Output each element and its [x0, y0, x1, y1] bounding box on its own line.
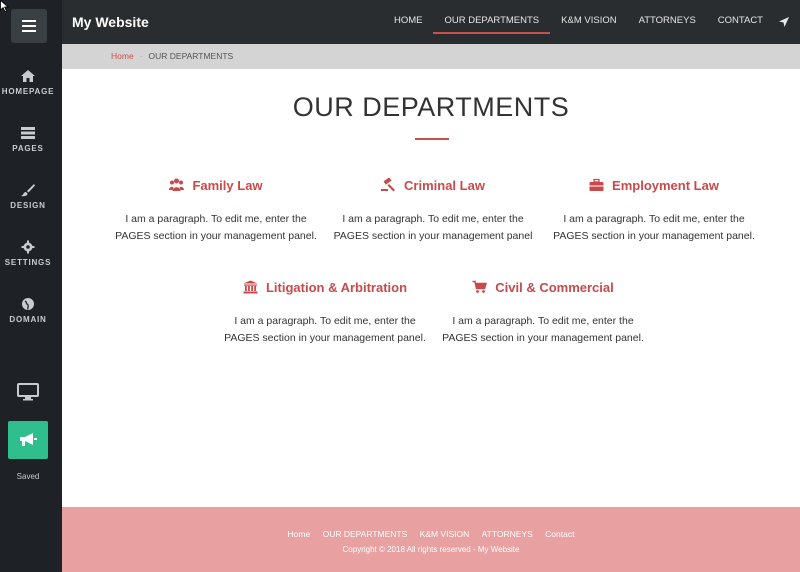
department-criminal-law[interactable]: Criminal Law I am a paragraph. To edit m…	[328, 176, 538, 245]
breadcrumb-current: OUR DEPARTMENTS	[148, 51, 234, 61]
sidebar-item-domain[interactable]: DOMAIN	[0, 297, 56, 324]
description-line: PAGES section in your management panel.	[115, 230, 317, 242]
description-line: I am a paragraph. To edit me, enter the	[563, 213, 745, 225]
site-nav: HOME OUR DEPARTMENTS K&M VISION ATTORNEY…	[383, 0, 790, 44]
website-preview: My Website HOME OUR DEPARTMENTS K&M VISI…	[62, 0, 800, 572]
gavel-icon	[381, 178, 396, 192]
page-title: OUR DEPARTMENTS	[292, 92, 570, 122]
department-family-law[interactable]: Family Law I am a paragraph. To edit me,…	[111, 176, 321, 245]
department-description: I am a paragraph. To edit me, enter the …	[438, 313, 648, 347]
briefcase-icon	[589, 178, 604, 191]
saved-status-label: Saved	[16, 472, 40, 481]
monitor-icon[interactable]	[17, 383, 39, 401]
department-title: Litigation & Arbitration	[265, 279, 408, 295]
globe-icon	[22, 298, 34, 310]
description-line: PAGES section in your management panel.	[553, 230, 755, 242]
department-employment-law[interactable]: Employment Law I am a paragraph. To edit…	[549, 176, 759, 245]
title-underline	[415, 138, 449, 140]
brush-icon	[21, 184, 35, 197]
bank-icon	[243, 280, 258, 294]
department-description: I am a paragraph. To edit me, enter the …	[220, 313, 430, 347]
department-heading: Civil & Commercial	[438, 278, 648, 296]
people-icon	[169, 178, 185, 191]
footer-link-our-departments[interactable]: OUR DEPARTMENTS	[323, 529, 408, 539]
footer-link-home[interactable]: Home	[288, 529, 311, 539]
hamburger-menu-button[interactable]	[11, 9, 47, 43]
sidebar-item-label: SETTINGS	[4, 258, 52, 267]
description-line: PAGES section in your management panel.	[442, 332, 644, 344]
copyright-text: Copyright © 2018 All rights reserved - M…	[342, 545, 520, 554]
site-brand[interactable]: My Website	[72, 14, 149, 30]
breadcrumb-home-link[interactable]: Home	[111, 51, 134, 61]
editor-sidebar: HOMEPAGE PAGES DESIGN SETTINGS DOMAIN Sa…	[0, 0, 62, 572]
footer-link-contact[interactable]: Contact	[545, 529, 574, 539]
footer-links: Home OUR DEPARTMENTS K&M VISION ATTORNEY…	[62, 529, 800, 539]
nav-our-departments[interactable]: OUR DEPARTMENTS	[433, 0, 550, 44]
sidebar-item-label: PAGES	[12, 144, 44, 153]
nav-home[interactable]: HOME	[383, 0, 434, 44]
department-title: Civil & Commercial	[495, 279, 614, 295]
description-line: I am a paragraph. To edit me, enter the	[342, 213, 524, 225]
description-line: PAGES section in your management panel	[333, 230, 533, 242]
description-line: I am a paragraph. To edit me, enter the	[234, 315, 416, 327]
department-heading: Family Law	[111, 176, 321, 194]
hamburger-icon-bar	[22, 20, 36, 22]
cart-icon	[472, 280, 488, 293]
department-description: I am a paragraph. To edit me, enter the …	[111, 211, 321, 245]
sidebar-item-settings[interactable]: SETTINGS	[0, 240, 56, 267]
department-civil-commercial[interactable]: Civil & Commercial I am a paragraph. To …	[438, 278, 648, 347]
department-heading: Litigation & Arbitration	[220, 278, 430, 296]
footer-link-attorneys[interactable]: ATTORNEYS	[482, 529, 533, 539]
footer-link-km-vision[interactable]: K&M VISION	[420, 529, 470, 539]
sidebar-item-design[interactable]: DESIGN	[0, 183, 56, 210]
mouse-cursor-icon	[0, 0, 10, 12]
sidebar-item-homepage[interactable]: HOMEPAGE	[0, 69, 56, 96]
department-title: Family Law	[192, 177, 263, 193]
home-icon	[21, 70, 35, 82]
description-line: PAGES section in your management panel.	[224, 332, 426, 344]
sidebar-item-pages[interactable]: PAGES	[0, 126, 56, 153]
hamburger-icon-bar	[22, 25, 36, 27]
sidebar-item-label: DESIGN	[10, 201, 46, 210]
department-title: Criminal Law	[404, 177, 485, 193]
description-line: I am a paragraph. To edit me, enter the	[452, 315, 634, 327]
location-arrow-icon[interactable]	[778, 16, 790, 28]
hamburger-icon-bar	[22, 30, 36, 32]
site-header: My Website HOME OUR DEPARTMENTS K&M VISI…	[62, 0, 800, 44]
department-heading: Criminal Law	[328, 176, 538, 194]
sidebar-item-label: DOMAIN	[9, 315, 47, 324]
gear-icon	[21, 240, 35, 254]
megaphone-icon	[20, 433, 37, 446]
description-line: I am a paragraph. To edit me, enter the	[125, 213, 307, 225]
department-description: I am a paragraph. To edit me, enter the …	[328, 211, 538, 245]
sidebar-item-label: HOMEPAGE	[1, 87, 55, 96]
department-title: Employment Law	[612, 177, 719, 193]
department-heading: Employment Law	[549, 176, 759, 194]
pages-icon	[21, 127, 35, 139]
department-description: I am a paragraph. To edit me, enter the …	[549, 211, 759, 245]
breadcrumb: Home · OUR DEPARTMENTS	[62, 44, 800, 69]
site-footer: Home OUR DEPARTMENTS K&M VISION ATTORNEY…	[62, 507, 800, 572]
breadcrumb-separator: ·	[139, 51, 143, 61]
nav-km-vision[interactable]: K&M VISION	[550, 0, 627, 44]
publish-button[interactable]	[8, 421, 48, 459]
nav-contact[interactable]: CONTACT	[707, 0, 774, 44]
nav-attorneys[interactable]: ATTORNEYS	[628, 0, 707, 44]
department-litigation-arbitration[interactable]: Litigation & Arbitration I am a paragrap…	[220, 278, 430, 347]
